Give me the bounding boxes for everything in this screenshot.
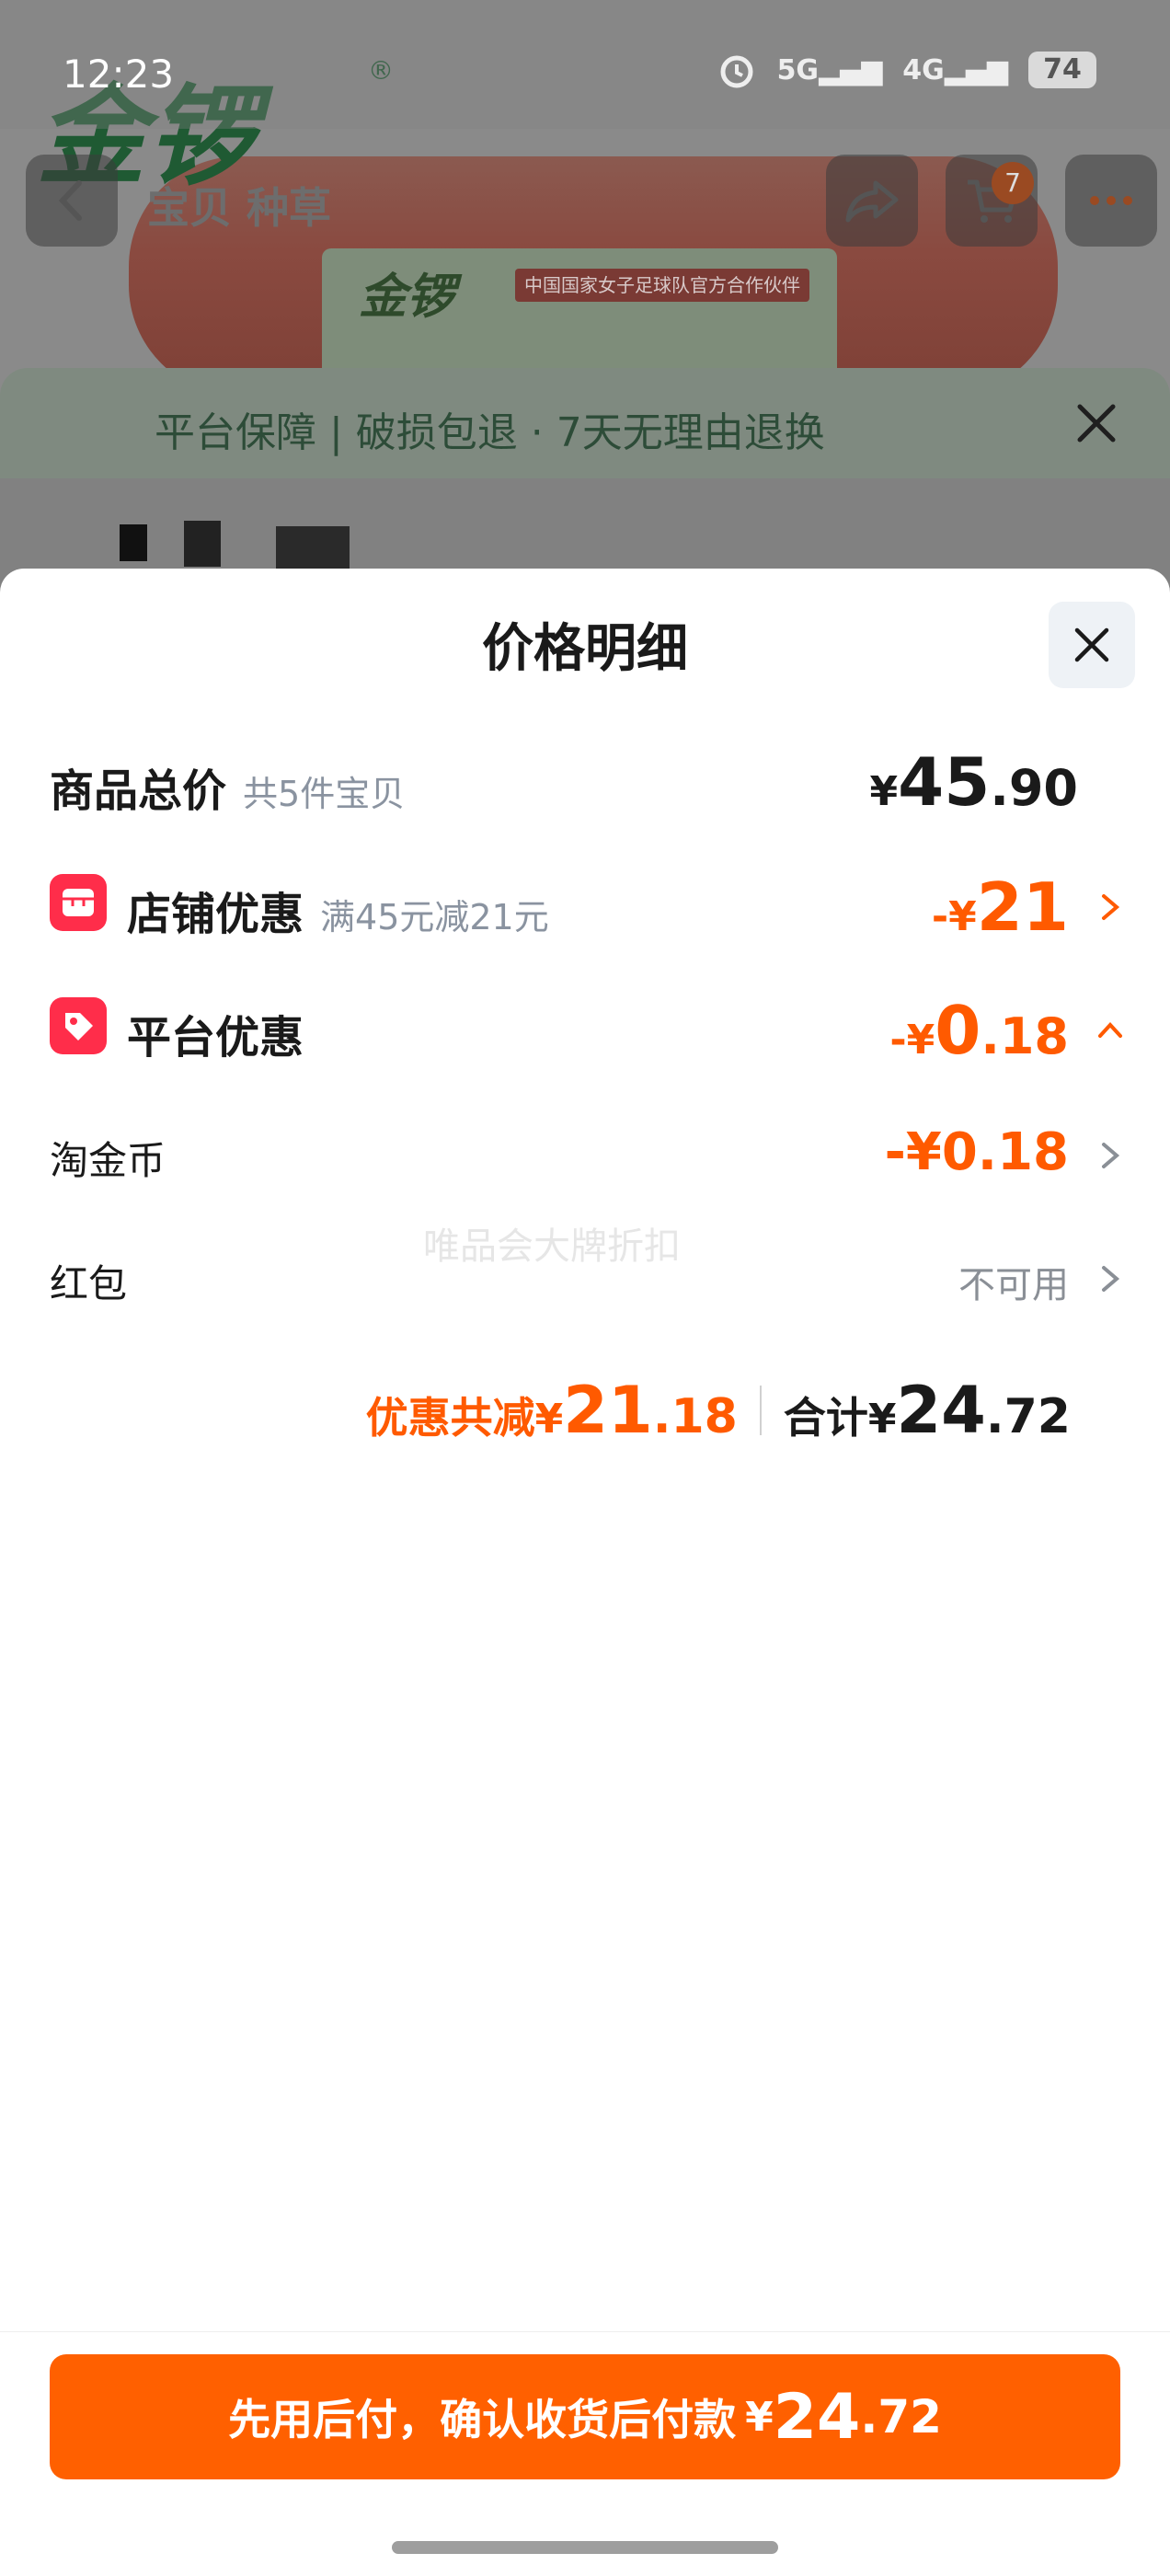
discount-total: 优惠共减¥21.18 [365, 1373, 738, 1448]
row-platform-discount[interactable]: 平台优惠 -¥0.18 [50, 992, 1124, 1075]
redacted-block [184, 521, 221, 567]
guarantee-close-icon[interactable] [1069, 396, 1124, 451]
row-tao-coins[interactable]: 淘金币 -¥0.18 [50, 1117, 1124, 1200]
cart-count-badge: 7 [992, 162, 1034, 204]
home-indicator[interactable] [392, 2541, 778, 2554]
guarantee-strip: 平台保障 | 破损包退 · 7天无理由退换 [0, 368, 1170, 478]
chevron-up-icon [1098, 1022, 1122, 1038]
row-total-price: 商品总价 共5件宝贝 ¥45.90 [50, 743, 1124, 826]
tao-coins-value: -¥0.18 [884, 1122, 1069, 1182]
product-tag: 中国国家女子足球队官方合作伙伴 [515, 269, 809, 302]
platform-discount-value: -¥0.18 [889, 992, 1069, 1069]
summary-divider [759, 1386, 762, 1435]
grand-total: 合计¥24.72 [783, 1373, 1071, 1448]
status-icons: 5G▂▄▆ 4G▂▄▆ 74 [717, 50, 1096, 90]
store-discount-label: 店铺优惠 满45元减21元 [127, 889, 549, 940]
red-packet-label: 红包 [50, 1261, 128, 1306]
item-count: 共5件宝贝 [243, 774, 406, 814]
chevron-right-icon [1102, 894, 1120, 920]
store-icon [50, 874, 107, 931]
guarantee-text: 平台保障 | 破损包退 · 7天无理由退换 [155, 409, 825, 456]
background-page: 金锣 中国国家女子足球队官方合作伙伴 金锣 ® 宝贝 种草 7 12:23 5G… [0, 0, 1170, 644]
store-discount-rule: 满45元减21元 [320, 897, 549, 937]
sheet-title: 价格明细 [482, 619, 688, 679]
total-price-value: ¥45.90 [869, 743, 1079, 821]
pay-later-button[interactable]: 先用后付，确认收货后付款 ¥ 24 .72 [50, 2354, 1120, 2479]
alarm-icon [720, 55, 753, 88]
back-icon [58, 180, 82, 221]
price-summary: 优惠共减¥21.18 合计¥24.72 [366, 1373, 1071, 1448]
total-price-label: 商品总价 共5件宝贝 [50, 765, 406, 817]
status-time: 12:23 [63, 52, 175, 97]
store-discount-value: -¥21 [931, 868, 1069, 946]
share-button[interactable] [826, 155, 918, 247]
row-store-discount[interactable]: 店铺优惠 满45元减21元 -¥21 [50, 868, 1124, 951]
more-button[interactable] [1065, 155, 1157, 247]
page-tabs: 宝贝 种草 [147, 183, 332, 233]
signal-4g-icon: 4G▂▄▆ [902, 53, 1008, 86]
watermark-text: 唯品会大牌折扣 [423, 1225, 681, 1268]
more-icon [1090, 196, 1132, 205]
bottom-bar: 先用后付，确认收货后付款 ¥ 24 .72 [0, 2331, 1170, 2479]
chevron-right-icon [1102, 1266, 1120, 1292]
red-packet-status: 不可用 [958, 1264, 1069, 1306]
tag-icon [50, 997, 107, 1054]
battery-indicator: 74 [1028, 52, 1096, 88]
redacted-block [276, 526, 350, 569]
status-bar: 12:23 5G▂▄▆ 4G▂▄▆ 74 [0, 0, 1170, 129]
back-button[interactable] [26, 155, 118, 247]
product-brand-text: 金锣 [359, 270, 455, 325]
close-button[interactable] [1049, 602, 1135, 688]
signal-5g-icon: 5G▂▄▆ [776, 53, 883, 86]
close-icon [1074, 627, 1109, 662]
share-icon [845, 180, 899, 223]
redacted-block [120, 524, 147, 561]
platform-discount-label: 平台优惠 [127, 1012, 304, 1064]
chevron-right-icon [1102, 1143, 1120, 1168]
price-detail-sheet: 价格明细 商品总价 共5件宝贝 ¥45.90 店铺优惠 满45元减21元 -¥21 … [0, 569, 1170, 2576]
tao-coins-label: 淘金币 [50, 1138, 166, 1183]
